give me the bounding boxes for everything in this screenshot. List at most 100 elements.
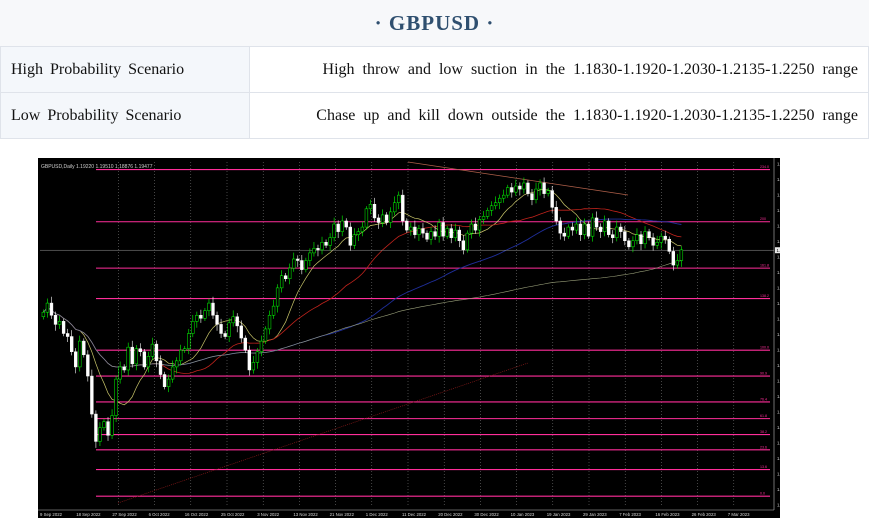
- candle-body: [364, 208, 369, 228]
- candle-body: [546, 190, 550, 194]
- candle-body: [70, 336, 74, 352]
- y-tick-label: 1.24380: [777, 177, 780, 182]
- candle-body: [203, 310, 207, 319]
- candle-body: [518, 185, 522, 190]
- candle-body: [659, 235, 663, 243]
- candle-body: [292, 258, 296, 269]
- candle-body: [651, 237, 655, 246]
- candle-body: [477, 219, 482, 231]
- candle-body: [506, 187, 510, 196]
- candle-body: [437, 222, 441, 237]
- candle-body: [388, 211, 393, 223]
- candle-body: [679, 249, 684, 261]
- chart-header: GBPUSD,Daily 1.19220 1.19510 1.18876 1.1…: [41, 164, 153, 170]
- candle-body: [57, 321, 62, 325]
- candle-body: [215, 314, 219, 325]
- candle-body: [187, 333, 191, 349]
- candle-body: [275, 287, 280, 307]
- candle-body: [498, 197, 502, 203]
- candle-body: [582, 223, 587, 235]
- candle-body: [429, 231, 433, 240]
- candle-body: [554, 207, 558, 222]
- fib-level-label: 90.9: [760, 372, 767, 376]
- candle-body: [78, 340, 82, 368]
- candle-body: [502, 194, 506, 199]
- x-tick-label: 25 Oct 2022: [221, 512, 245, 517]
- x-tick-label: 20 Dec 2022: [438, 512, 463, 517]
- candle-body: [251, 362, 256, 371]
- y-tick-label: 1.17190: [777, 286, 780, 291]
- chart-canvas[interactable]: 234.0 200 161.8 138.2 100.0 90.9 76.4 61.8 38.2 2…: [38, 158, 780, 518]
- y-tick-label: 1.19230: [777, 255, 780, 260]
- candle-body: [425, 232, 429, 240]
- candle-body: [235, 316, 239, 327]
- candle-body: [413, 226, 417, 235]
- candle-body: [627, 240, 631, 248]
- candle-body: [586, 223, 591, 237]
- x-tick-label: 21 Nov 2022: [330, 512, 355, 517]
- title-bar: · GBPUSD ·: [0, 0, 869, 47]
- y-tick-label: 1.06930: [777, 441, 780, 446]
- y-tick-label: 1.04890: [777, 472, 780, 477]
- y-tick-label: 1.18210: [777, 270, 780, 275]
- scenario-label-low: Low Probability Scenario: [0, 92, 250, 139]
- candle-body: [538, 182, 542, 190]
- candle-body: [566, 226, 570, 237]
- candle-body: [453, 229, 457, 238]
- candle-body: [243, 337, 247, 351]
- candle-body: [534, 188, 538, 200]
- candle-body: [122, 366, 126, 371]
- candle-body: [485, 210, 490, 217]
- candle-body: [154, 343, 159, 362]
- scenario-label-high: High Probability Scenario: [0, 46, 250, 93]
- y-tick-label: 1.16150: [777, 301, 780, 306]
- fib-level-label: 23.6: [760, 445, 767, 449]
- y-tick-label: 1.15150: [777, 317, 780, 322]
- candle-body: [82, 340, 86, 356]
- candle-body: [320, 242, 324, 251]
- candle-body: [655, 242, 659, 246]
- candle-body: [590, 217, 595, 237]
- candle-body: [421, 228, 425, 234]
- trend-line-upper: [407, 161, 629, 196]
- candle-body: [530, 193, 534, 200]
- candle-body: [267, 314, 272, 330]
- x-tick-label: 3 Nov 2022: [257, 512, 280, 517]
- y-tick-label: 1.21300: [777, 224, 780, 229]
- y-tick-label: 1.07950: [777, 425, 780, 430]
- scenario-value-high: High throw and low suction in the 1.1830…: [249, 46, 869, 93]
- candle-body: [279, 275, 284, 289]
- candle-body: [469, 223, 474, 234]
- candle-body: [328, 237, 332, 246]
- candle-body: [409, 226, 413, 231]
- candle-body: [643, 231, 647, 245]
- x-tick-label: 19 Jan 2023: [547, 512, 571, 517]
- y-tick-label: 1.20250: [777, 239, 780, 244]
- candle-body: [433, 231, 437, 237]
- price-chart[interactable]: 234.0 200 161.8 138.2 100.0 90.9 76.4 61.8 38.2 2…: [38, 158, 780, 518]
- candle-body: [457, 229, 461, 242]
- fib-level-label: 161.8: [760, 264, 769, 268]
- candle-body: [324, 242, 328, 246]
- x-tick-label: 16 Feb 2023: [655, 512, 680, 517]
- candle-body: [118, 366, 122, 380]
- y-tick-label: 1.05910: [777, 456, 780, 461]
- y-tick-label: 1.09000: [777, 410, 780, 415]
- candle-body: [166, 378, 171, 387]
- candle-body: [53, 314, 58, 325]
- candle-body: [570, 226, 575, 231]
- candle-body: [465, 232, 470, 251]
- candle-body: [332, 223, 336, 238]
- y-tick-label: 1.25280: [777, 162, 780, 167]
- candle-body: [489, 205, 494, 211]
- candle-body: [142, 351, 147, 368]
- candle-body: [619, 226, 623, 232]
- y-tick-label: 1.12060: [777, 363, 780, 368]
- candle-body: [211, 302, 215, 316]
- candle-body: [130, 346, 134, 365]
- candle-body: [174, 360, 179, 368]
- candle-body: [284, 275, 288, 280]
- candle-body: [199, 314, 203, 319]
- candle-body: [308, 252, 312, 261]
- trend-line-lower: [117, 362, 529, 504]
